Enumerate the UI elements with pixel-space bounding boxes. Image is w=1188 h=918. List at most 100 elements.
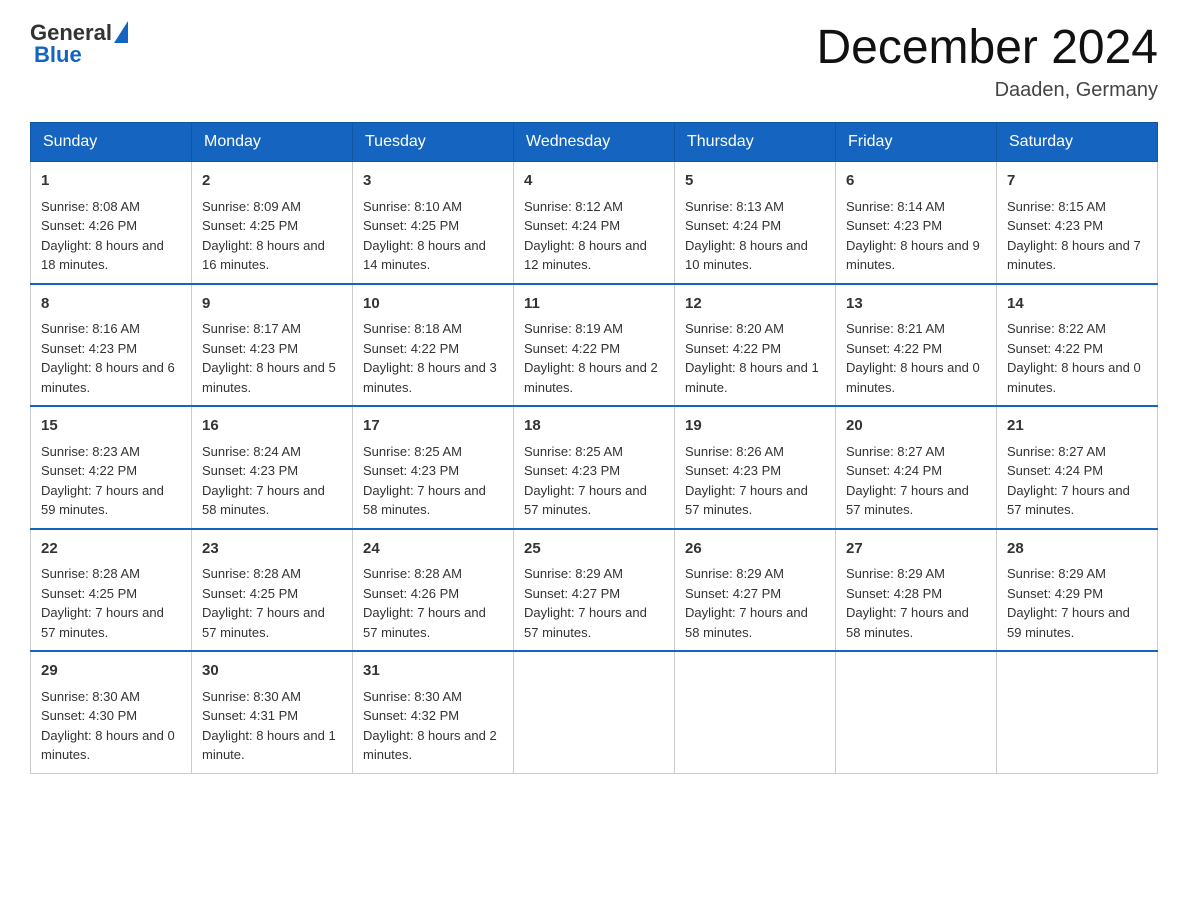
- day-info: Sunrise: 8:18 AM Sunset: 4:22 PM Dayligh…: [363, 319, 503, 397]
- calendar-week-3: 15 Sunrise: 8:23 AM Sunset: 4:22 PM Dayl…: [31, 406, 1158, 529]
- day-info: Sunrise: 8:29 AM Sunset: 4:28 PM Dayligh…: [846, 564, 986, 642]
- day-info: Sunrise: 8:29 AM Sunset: 4:29 PM Dayligh…: [1007, 564, 1147, 642]
- month-title: December 2024: [816, 20, 1158, 75]
- day-info: Sunrise: 8:29 AM Sunset: 4:27 PM Dayligh…: [524, 564, 664, 642]
- day-info: Sunrise: 8:20 AM Sunset: 4:22 PM Dayligh…: [685, 319, 825, 397]
- calendar-cell: 10 Sunrise: 8:18 AM Sunset: 4:22 PM Dayl…: [353, 284, 514, 407]
- calendar-cell: 23 Sunrise: 8:28 AM Sunset: 4:25 PM Dayl…: [192, 529, 353, 652]
- day-number: 25: [524, 538, 664, 561]
- calendar-week-1: 1 Sunrise: 8:08 AM Sunset: 4:26 PM Dayli…: [31, 162, 1158, 284]
- day-info: Sunrise: 8:28 AM Sunset: 4:26 PM Dayligh…: [363, 564, 503, 642]
- day-number: 5: [685, 170, 825, 193]
- day-number: 22: [41, 538, 181, 561]
- calendar-cell: 7 Sunrise: 8:15 AM Sunset: 4:23 PM Dayli…: [997, 162, 1158, 284]
- day-number: 14: [1007, 293, 1147, 316]
- calendar-cell: [675, 651, 836, 773]
- day-number: 16: [202, 415, 342, 438]
- day-info: Sunrise: 8:27 AM Sunset: 4:24 PM Dayligh…: [846, 442, 986, 520]
- weekday-header-sunday: Sunday: [31, 123, 192, 162]
- day-info: Sunrise: 8:16 AM Sunset: 4:23 PM Dayligh…: [41, 319, 181, 397]
- calendar-cell: 13 Sunrise: 8:21 AM Sunset: 4:22 PM Dayl…: [836, 284, 997, 407]
- weekday-header-monday: Monday: [192, 123, 353, 162]
- day-info: Sunrise: 8:19 AM Sunset: 4:22 PM Dayligh…: [524, 319, 664, 397]
- day-number: 10: [363, 293, 503, 316]
- day-number: 13: [846, 293, 986, 316]
- weekday-header-wednesday: Wednesday: [514, 123, 675, 162]
- day-number: 29: [41, 660, 181, 683]
- day-info: Sunrise: 8:10 AM Sunset: 4:25 PM Dayligh…: [363, 197, 503, 275]
- day-number: 12: [685, 293, 825, 316]
- calendar-cell: 29 Sunrise: 8:30 AM Sunset: 4:30 PM Dayl…: [31, 651, 192, 773]
- calendar-cell: 16 Sunrise: 8:24 AM Sunset: 4:23 PM Dayl…: [192, 406, 353, 529]
- day-info: Sunrise: 8:14 AM Sunset: 4:23 PM Dayligh…: [846, 197, 986, 275]
- calendar-cell: 3 Sunrise: 8:10 AM Sunset: 4:25 PM Dayli…: [353, 162, 514, 284]
- day-number: 20: [846, 415, 986, 438]
- calendar-cell: 14 Sunrise: 8:22 AM Sunset: 4:22 PM Dayl…: [997, 284, 1158, 407]
- day-number: 27: [846, 538, 986, 561]
- day-info: Sunrise: 8:22 AM Sunset: 4:22 PM Dayligh…: [1007, 319, 1147, 397]
- day-number: 30: [202, 660, 342, 683]
- calendar-cell: 9 Sunrise: 8:17 AM Sunset: 4:23 PM Dayli…: [192, 284, 353, 407]
- calendar-week-5: 29 Sunrise: 8:30 AM Sunset: 4:30 PM Dayl…: [31, 651, 1158, 773]
- day-number: 7: [1007, 170, 1147, 193]
- calendar-cell: 27 Sunrise: 8:29 AM Sunset: 4:28 PM Dayl…: [836, 529, 997, 652]
- day-info: Sunrise: 8:08 AM Sunset: 4:26 PM Dayligh…: [41, 197, 181, 275]
- calendar-cell: 22 Sunrise: 8:28 AM Sunset: 4:25 PM Dayl…: [31, 529, 192, 652]
- day-info: Sunrise: 8:21 AM Sunset: 4:22 PM Dayligh…: [846, 319, 986, 397]
- calendar-cell: 17 Sunrise: 8:25 AM Sunset: 4:23 PM Dayl…: [353, 406, 514, 529]
- day-info: Sunrise: 8:30 AM Sunset: 4:32 PM Dayligh…: [363, 687, 503, 765]
- calendar-table: SundayMondayTuesdayWednesdayThursdayFrid…: [30, 122, 1158, 774]
- day-info: Sunrise: 8:26 AM Sunset: 4:23 PM Dayligh…: [685, 442, 825, 520]
- day-info: Sunrise: 8:25 AM Sunset: 4:23 PM Dayligh…: [524, 442, 664, 520]
- day-number: 28: [1007, 538, 1147, 561]
- calendar-cell: [836, 651, 997, 773]
- day-info: Sunrise: 8:09 AM Sunset: 4:25 PM Dayligh…: [202, 197, 342, 275]
- day-info: Sunrise: 8:15 AM Sunset: 4:23 PM Dayligh…: [1007, 197, 1147, 275]
- calendar-cell: 26 Sunrise: 8:29 AM Sunset: 4:27 PM Dayl…: [675, 529, 836, 652]
- calendar-cell: 1 Sunrise: 8:08 AM Sunset: 4:26 PM Dayli…: [31, 162, 192, 284]
- day-info: Sunrise: 8:30 AM Sunset: 4:31 PM Dayligh…: [202, 687, 342, 765]
- day-info: Sunrise: 8:25 AM Sunset: 4:23 PM Dayligh…: [363, 442, 503, 520]
- calendar-cell: 8 Sunrise: 8:16 AM Sunset: 4:23 PM Dayli…: [31, 284, 192, 407]
- day-number: 3: [363, 170, 503, 193]
- calendar-cell: 5 Sunrise: 8:13 AM Sunset: 4:24 PM Dayli…: [675, 162, 836, 284]
- calendar-cell: 18 Sunrise: 8:25 AM Sunset: 4:23 PM Dayl…: [514, 406, 675, 529]
- day-info: Sunrise: 8:17 AM Sunset: 4:23 PM Dayligh…: [202, 319, 342, 397]
- calendar-cell: 31 Sunrise: 8:30 AM Sunset: 4:32 PM Dayl…: [353, 651, 514, 773]
- day-number: 17: [363, 415, 503, 438]
- calendar-cell: 19 Sunrise: 8:26 AM Sunset: 4:23 PM Dayl…: [675, 406, 836, 529]
- calendar-cell: 28 Sunrise: 8:29 AM Sunset: 4:29 PM Dayl…: [997, 529, 1158, 652]
- day-number: 31: [363, 660, 503, 683]
- day-number: 11: [524, 293, 664, 316]
- day-number: 18: [524, 415, 664, 438]
- weekday-header-row: SundayMondayTuesdayWednesdayThursdayFrid…: [31, 123, 1158, 162]
- calendar-cell: 2 Sunrise: 8:09 AM Sunset: 4:25 PM Dayli…: [192, 162, 353, 284]
- day-number: 8: [41, 293, 181, 316]
- day-info: Sunrise: 8:12 AM Sunset: 4:24 PM Dayligh…: [524, 197, 664, 275]
- logo-blue-text: Blue: [34, 42, 82, 68]
- calendar-cell: 11 Sunrise: 8:19 AM Sunset: 4:22 PM Dayl…: [514, 284, 675, 407]
- calendar-cell: 20 Sunrise: 8:27 AM Sunset: 4:24 PM Dayl…: [836, 406, 997, 529]
- weekday-header-saturday: Saturday: [997, 123, 1158, 162]
- logo-triangle-icon: [114, 21, 128, 43]
- calendar-cell: 30 Sunrise: 8:30 AM Sunset: 4:31 PM Dayl…: [192, 651, 353, 773]
- weekday-header-tuesday: Tuesday: [353, 123, 514, 162]
- calendar-week-4: 22 Sunrise: 8:28 AM Sunset: 4:25 PM Dayl…: [31, 529, 1158, 652]
- day-number: 9: [202, 293, 342, 316]
- day-number: 15: [41, 415, 181, 438]
- calendar-week-2: 8 Sunrise: 8:16 AM Sunset: 4:23 PM Dayli…: [31, 284, 1158, 407]
- day-number: 21: [1007, 415, 1147, 438]
- day-info: Sunrise: 8:30 AM Sunset: 4:30 PM Dayligh…: [41, 687, 181, 765]
- day-number: 26: [685, 538, 825, 561]
- location-title: Daaden, Germany: [816, 79, 1158, 102]
- day-info: Sunrise: 8:24 AM Sunset: 4:23 PM Dayligh…: [202, 442, 342, 520]
- day-number: 4: [524, 170, 664, 193]
- weekday-header-friday: Friday: [836, 123, 997, 162]
- day-number: 23: [202, 538, 342, 561]
- day-number: 1: [41, 170, 181, 193]
- calendar-cell: 15 Sunrise: 8:23 AM Sunset: 4:22 PM Dayl…: [31, 406, 192, 529]
- weekday-header-thursday: Thursday: [675, 123, 836, 162]
- page-header: General Blue December 2024 Daaden, Germa…: [30, 20, 1158, 102]
- day-number: 6: [846, 170, 986, 193]
- calendar-cell: [514, 651, 675, 773]
